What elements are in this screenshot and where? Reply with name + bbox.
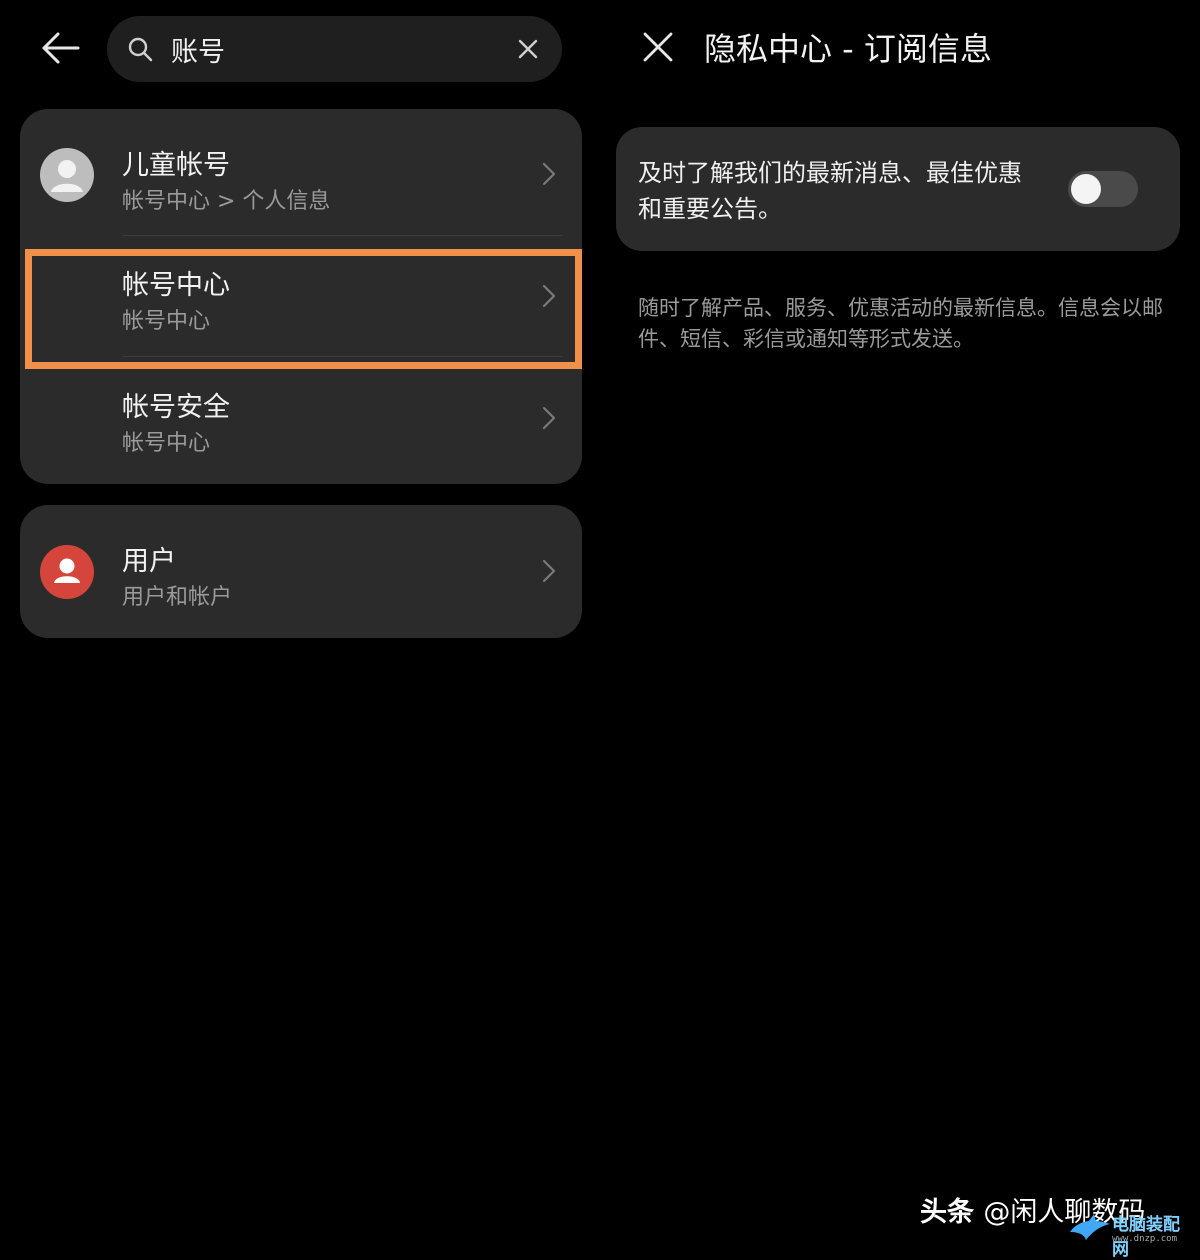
page-title: 隐私中心 - 订阅信息: [704, 30, 992, 68]
subscription-toggle[interactable]: [1068, 171, 1138, 207]
watermark-brand: 头条: [920, 1197, 974, 1228]
close-icon: [518, 39, 538, 59]
subscription-toggle-label: 及时了解我们的最新消息、最佳优惠和重要公告。: [638, 159, 1022, 223]
close-button[interactable]: [635, 24, 681, 70]
subscription-setting-card[interactable]: 及时了解我们的最新消息、最佳优惠和重要公告。: [616, 127, 1180, 251]
result-item-users[interactable]: 用户 用户和帐户: [20, 505, 582, 638]
search-input[interactable]: 账号: [171, 30, 508, 69]
result-item-child-account[interactable]: 儿童帐号 帐号中心 > 个人信息: [20, 109, 582, 236]
person-icon: [51, 160, 83, 192]
result-title: 用户: [122, 546, 176, 577]
avatar: [40, 545, 94, 599]
search-bar[interactable]: 账号: [107, 16, 562, 82]
subscription-description: 随时了解产品、服务、优惠活动的最新信息。信息会以邮件、短信、彩信或通知等形式发送…: [638, 296, 1163, 351]
search-results-group: 用户 用户和帐户: [20, 505, 582, 638]
search-icon: [127, 34, 157, 64]
result-path: 用户和帐户: [122, 585, 233, 610]
site-url: www.dnzp.com: [1112, 1234, 1178, 1244]
site-logo: 电脑装配网 www.dnzp.com: [1068, 1208, 1196, 1260]
result-item-account-security[interactable]: 帐号安全 帐号中心: [20, 357, 582, 484]
avatar: [40, 148, 94, 202]
chevron-right-icon: [538, 556, 560, 586]
result-title: 帐号安全: [122, 392, 230, 423]
arrow-left-icon: [42, 32, 80, 64]
close-icon: [643, 32, 673, 62]
highlight-box: [25, 249, 582, 369]
back-button[interactable]: [30, 22, 90, 74]
result-path: 帐号中心: [122, 431, 211, 456]
chevron-right-icon: [538, 159, 560, 189]
result-title: 儿童帐号: [122, 150, 230, 181]
result-path: 帐号中心 > 个人信息: [122, 189, 331, 214]
shark-logo-icon: [1070, 1214, 1110, 1240]
toggle-knob: [1071, 174, 1101, 204]
person-icon: [54, 558, 80, 583]
chevron-right-icon: [538, 403, 560, 433]
clear-search-button[interactable]: [508, 29, 548, 69]
